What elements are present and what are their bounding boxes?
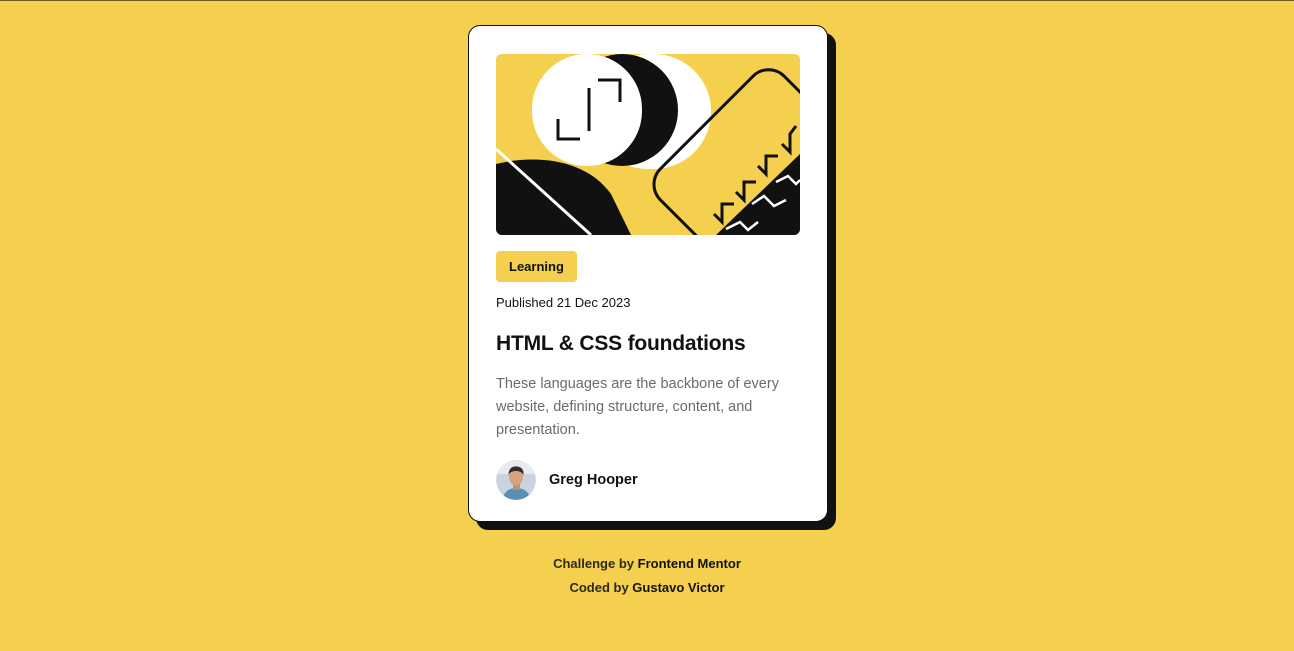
attribution-coder: Coded by Gustavo Victor	[0, 580, 1294, 595]
card-title[interactable]: HTML & CSS foundations	[496, 331, 800, 357]
attribution-challenge: Challenge by Frontend Mentor	[0, 556, 1294, 571]
category-tag: Learning	[496, 251, 577, 282]
author: Greg Hooper	[496, 460, 800, 500]
card-description: These languages are the backbone of ever…	[496, 376, 779, 438]
coder-link[interactable]: Gustavo Victor	[632, 580, 724, 595]
author-avatar	[496, 460, 536, 500]
author-name: Greg Hooper	[549, 472, 638, 488]
hero-illustration	[496, 54, 800, 235]
frontend-mentor-link[interactable]: Frontend Mentor	[638, 556, 741, 571]
published-date: Published 21 Dec 2023	[496, 295, 631, 310]
blog-preview-card: Learning Published 21 Dec 2023 HTML & CS…	[468, 25, 828, 522]
attribution-challenge-prefix: Challenge by	[553, 556, 638, 571]
attribution-coder-prefix: Coded by	[569, 580, 633, 595]
